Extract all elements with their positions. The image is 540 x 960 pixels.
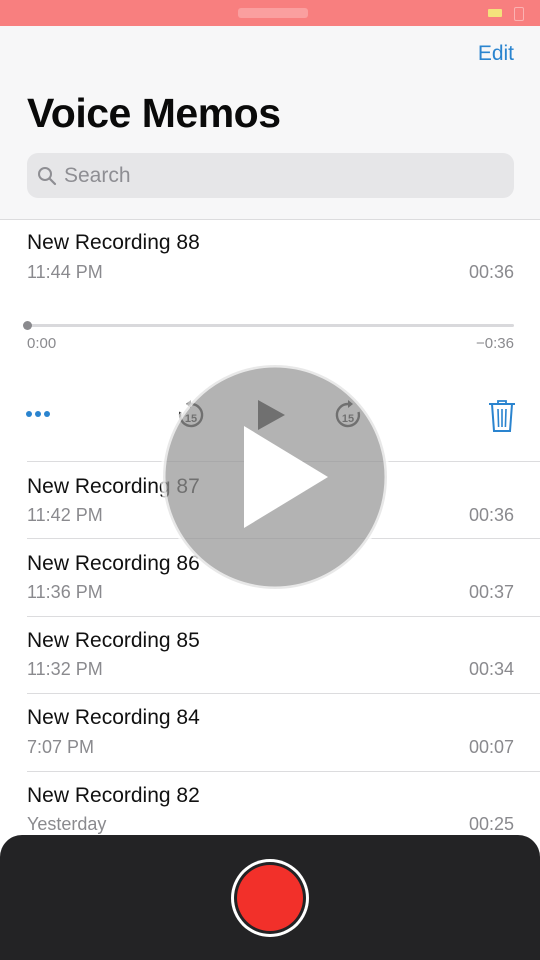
recording-time: 7:07 PM [27, 737, 95, 757]
recording-time: 11:36 PM [27, 582, 103, 602]
recording-time: 11:42 PM [27, 505, 103, 525]
trash-icon [489, 400, 515, 432]
video-play-overlay-icon [160, 362, 390, 592]
row-divider [27, 771, 540, 772]
recording-time: 11:44 PM [27, 262, 103, 282]
recording-time: 11:32 PM [27, 659, 103, 679]
battery-icon [488, 9, 502, 17]
row-divider [27, 616, 540, 617]
elapsed-time: 0:00 [27, 335, 57, 352]
more-icon-dot [44, 411, 50, 417]
recording-duration: 00:36 [468, 505, 514, 525]
status-bar [0, 0, 540, 26]
search-icon [38, 167, 57, 186]
recording-title: New Recording 82 [27, 784, 200, 807]
recording-duration: 00:07 [468, 737, 514, 757]
recording-title: New Recording 85 [27, 629, 200, 652]
more-button[interactable] [26, 404, 56, 424]
navigation-header: Edit Voice Memos [0, 26, 540, 219]
video-play-overlay[interactable] [158, 360, 392, 594]
delete-button[interactable] [488, 399, 516, 438]
search-input[interactable] [64, 153, 494, 198]
more-icon-dot [35, 411, 41, 417]
recording-duration: 00:25 [468, 814, 514, 834]
more-icon [26, 411, 32, 417]
header-divider [0, 219, 540, 220]
recording-title: New Recording 88 [27, 231, 200, 254]
page-title: Voice Memos [27, 90, 281, 136]
recording-duration: 00:37 [468, 582, 514, 602]
clock [238, 8, 308, 18]
search-bar[interactable] [27, 153, 514, 198]
status-icons [448, 6, 528, 21]
playback-scrubber[interactable] [27, 324, 514, 327]
signal-indicator [8, 6, 98, 18]
record-button[interactable] [231, 859, 309, 937]
record-icon [237, 865, 303, 931]
remaining-time: −0:36 [476, 335, 514, 352]
recording-time: Yesterday [27, 814, 107, 834]
recording-title: New Recording 84 [27, 706, 200, 729]
recording-duration: 00:36 [468, 262, 514, 282]
scrubber-knob[interactable] [23, 321, 32, 330]
edit-button[interactable]: Edit [478, 42, 514, 66]
row-divider [27, 693, 540, 694]
battery-outline-icon [514, 7, 524, 21]
recording-duration: 00:34 [468, 659, 514, 679]
